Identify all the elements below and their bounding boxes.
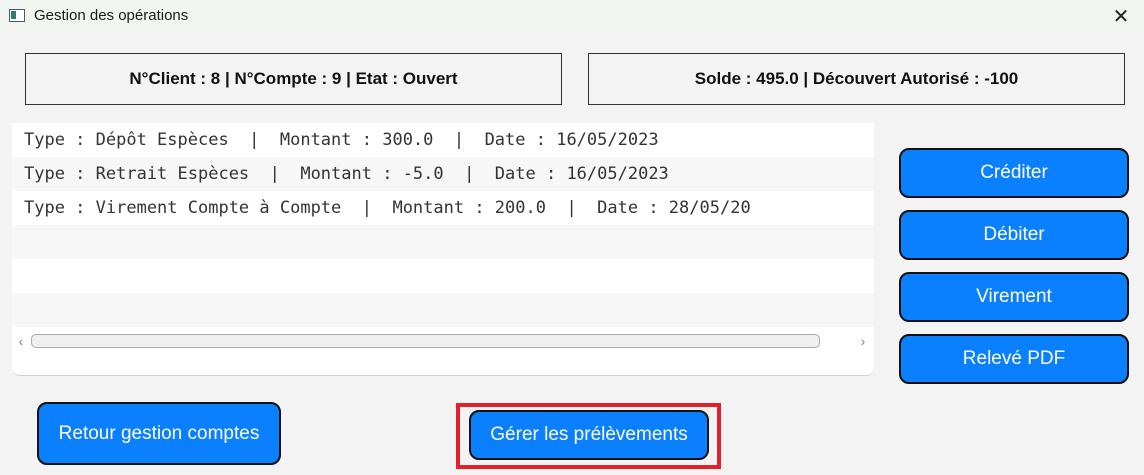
back-to-accounts-button[interactable]: Retour gestion comptes <box>37 402 281 465</box>
pdf-statement-button[interactable]: Relevé PDF <box>899 334 1129 384</box>
balance-info-box: Solde : 495.0 | Découvert Autorisé : -10… <box>588 53 1125 105</box>
operations-window: Gestion des opérations ✕ N°Client : 8 | … <box>0 0 1144 475</box>
close-icon[interactable]: ✕ <box>1098 0 1144 32</box>
operations-list[interactable]: Type : Dépôt Espèces | Montant : 300.0 |… <box>12 123 874 376</box>
transfer-button[interactable]: Virement <box>899 272 1129 322</box>
manage-debits-button[interactable]: Gérer les prélèvements <box>469 410 709 460</box>
list-item[interactable]: Type : Retrait Espèces | Montant : -5.0 … <box>12 157 874 191</box>
client-info-text: N°Client : 8 | N°Compte : 9 | Etat : Ouv… <box>129 69 458 88</box>
list-item[interactable]: Type : Virement Compte à Compte | Montan… <box>12 191 874 225</box>
window-title: Gestion des opérations <box>34 7 189 24</box>
empty-list-row <box>12 293 874 327</box>
balance-info-text: Solde : 495.0 | Découvert Autorisé : -10… <box>694 69 1019 88</box>
scroll-right-icon[interactable]: › <box>856 333 870 349</box>
horizontal-scrollbar[interactable]: ‹ › <box>12 327 874 355</box>
app-icon <box>9 9 25 22</box>
empty-list-row <box>12 225 874 259</box>
scroll-left-icon[interactable]: ‹ <box>14 333 28 349</box>
client-info-box: N°Client : 8 | N°Compte : 9 | Etat : Ouv… <box>25 53 562 105</box>
list-item[interactable]: Type : Dépôt Espèces | Montant : 300.0 |… <box>12 123 874 157</box>
credit-button[interactable]: Créditer <box>899 148 1129 198</box>
title-bar: Gestion des opérations ✕ <box>0 0 1144 32</box>
scrollbar-thumb[interactable] <box>31 334 820 348</box>
debit-button[interactable]: Débiter <box>899 210 1129 260</box>
empty-list-row <box>12 259 874 293</box>
